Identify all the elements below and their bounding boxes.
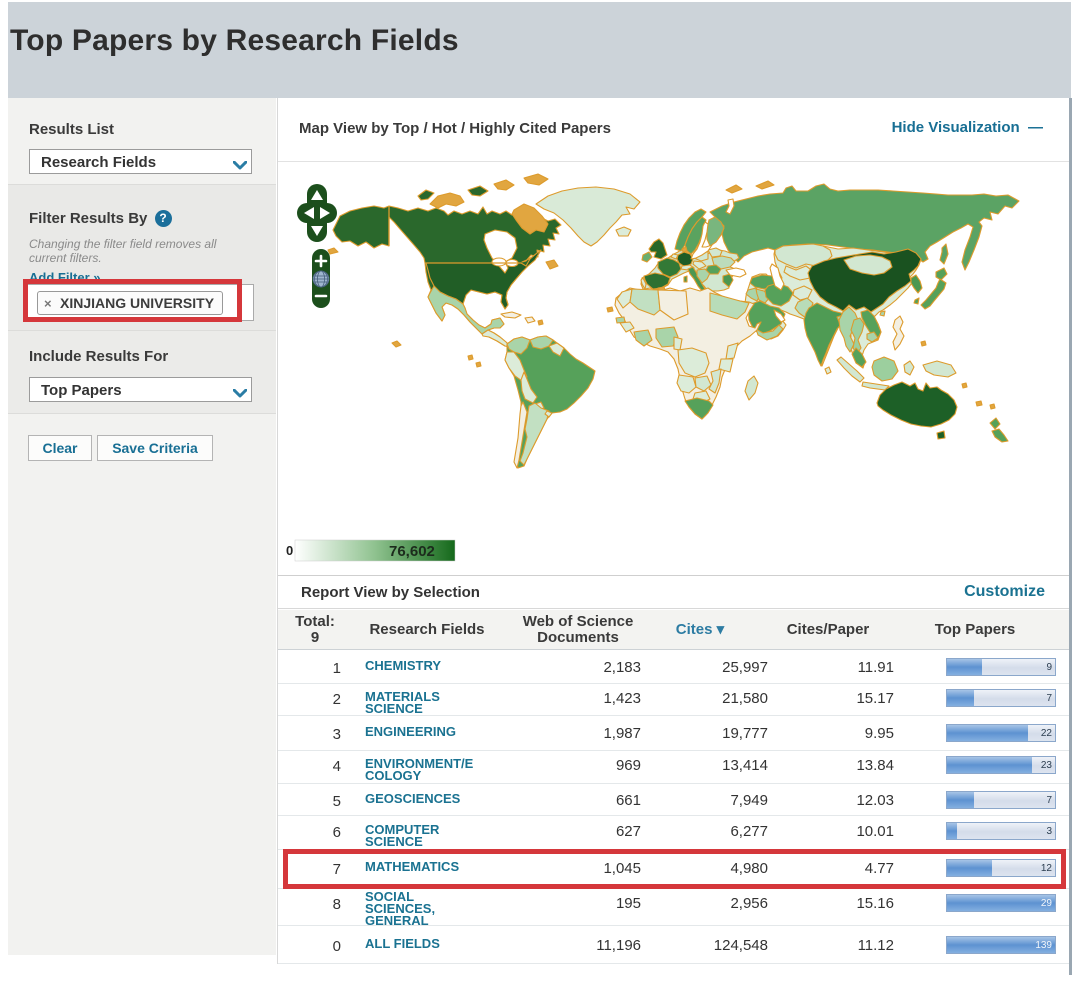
svg-text:0: 0: [286, 543, 293, 558]
svg-text:76,602: 76,602: [389, 543, 435, 560]
